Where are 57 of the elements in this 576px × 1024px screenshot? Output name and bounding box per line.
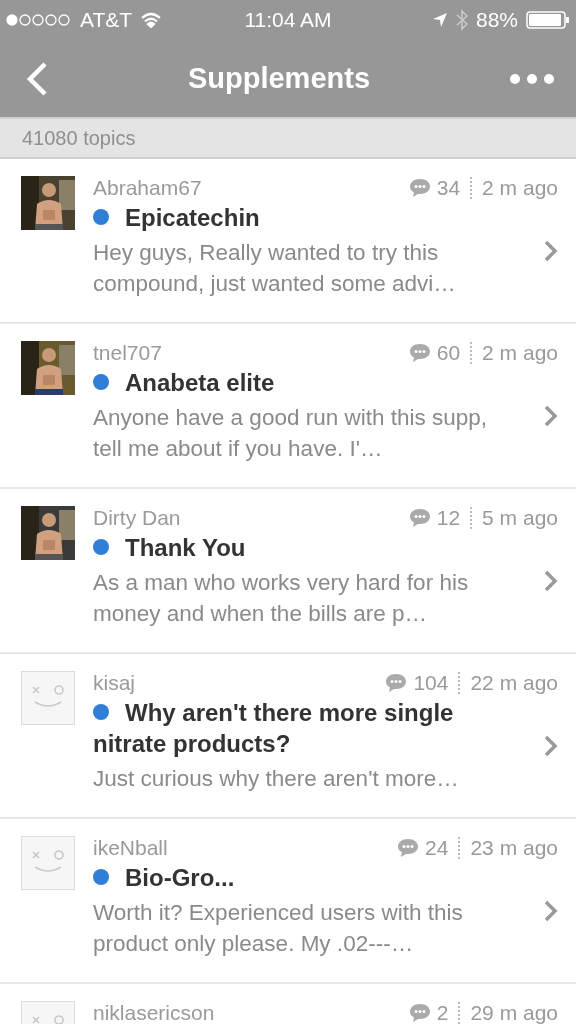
chevron-right-icon [544, 569, 558, 592]
topic-title: Epicatechin [125, 204, 260, 231]
chevron-right-icon [544, 239, 558, 262]
post-time: 2 m ago [482, 176, 558, 200]
chevron-right-icon [544, 899, 558, 922]
comment-icon [397, 838, 420, 858]
back-button[interactable] [26, 60, 48, 97]
topic-row[interactable]: ikeNball 24 23 m ago Bio-Gro... Worth it? Experienced users with this product only please. My .02---… [0, 819, 576, 984]
carrier-name: AT&T [80, 8, 133, 32]
comment-icon [385, 673, 408, 693]
chevron-right-icon [544, 734, 558, 757]
post-time: 23 m ago [470, 836, 558, 860]
battery-icon [526, 11, 570, 29]
signal-icon [6, 14, 72, 26]
topic-row[interactable]: Dirty Dan 12 5 m ago Thank You As a man who works very hard for his money and when the bills are p… [0, 489, 576, 654]
post-time: 5 m ago [482, 506, 558, 530]
comment-icon [408, 178, 431, 198]
username: kisaj [93, 671, 135, 695]
post-time: 29 m ago [470, 1001, 558, 1024]
topic-title: Anabeta elite [125, 369, 275, 396]
topic-preview: Worth it? Experienced users with this product only please. My .02---… [93, 899, 464, 958]
clock-time: 11:04 AM [244, 8, 332, 32]
username: tnel707 [93, 341, 162, 365]
topic-title: Why aren't there more single nitrate products? [93, 699, 454, 757]
reply-count: 12 [436, 506, 461, 530]
topic-title: Thank You [125, 534, 246, 561]
comment-icon [408, 508, 431, 528]
screen-title: Supplements [187, 62, 371, 95]
reply-count: 104 [413, 671, 449, 695]
post-time: 22 m ago [470, 671, 558, 695]
topic-row[interactable]: Abraham67 34 2 m ago Epicatechin Hey guys, Really wanted to try this compound, just wanted some advi… [0, 159, 576, 324]
battery-percent: 88% [475, 8, 518, 32]
topic-preview: Anyone have a good run with this supp, tell me about if you have. I'… [93, 404, 488, 463]
comment-icon [408, 343, 431, 363]
bluetooth-icon [455, 9, 468, 31]
more-button[interactable] [510, 73, 554, 84]
reply-count: 2 [436, 1001, 449, 1024]
username: Abraham67 [93, 176, 202, 200]
topic-preview: Just curious why there aren't more… [93, 765, 460, 793]
reply-count: 34 [436, 176, 461, 200]
username: niklasericson [93, 1001, 215, 1024]
topic-row[interactable]: kisaj 104 22 m ago Why aren't there more single nitrate products? Just curious why there aren't more… [0, 654, 576, 819]
topic-title: Bio-Gro... [125, 864, 235, 891]
wifi-icon [140, 12, 163, 28]
username: ikeNball [93, 836, 168, 860]
location-arrow-icon [431, 12, 448, 28]
post-time: 2 m ago [482, 341, 558, 365]
reply-count: 60 [436, 341, 461, 365]
topic-row[interactable]: tnel707 60 2 m ago Anabeta elite Anyone have a good run with this supp, tell me about if you have. I'… [0, 324, 576, 489]
topic-count: 41080 topics [22, 126, 136, 150]
topic-preview: Hey guys, Really wanted to try this compound, just wanted some advi… [93, 239, 457, 298]
chevron-right-icon [544, 404, 558, 427]
topic-preview: As a man who works very hard for his money and when the bills are p… [93, 569, 470, 628]
placeholder-avatar-icon [32, 850, 64, 873]
reply-count: 24 [425, 836, 449, 860]
username: Dirty Dan [93, 506, 181, 530]
placeholder-avatar-icon [32, 685, 64, 708]
